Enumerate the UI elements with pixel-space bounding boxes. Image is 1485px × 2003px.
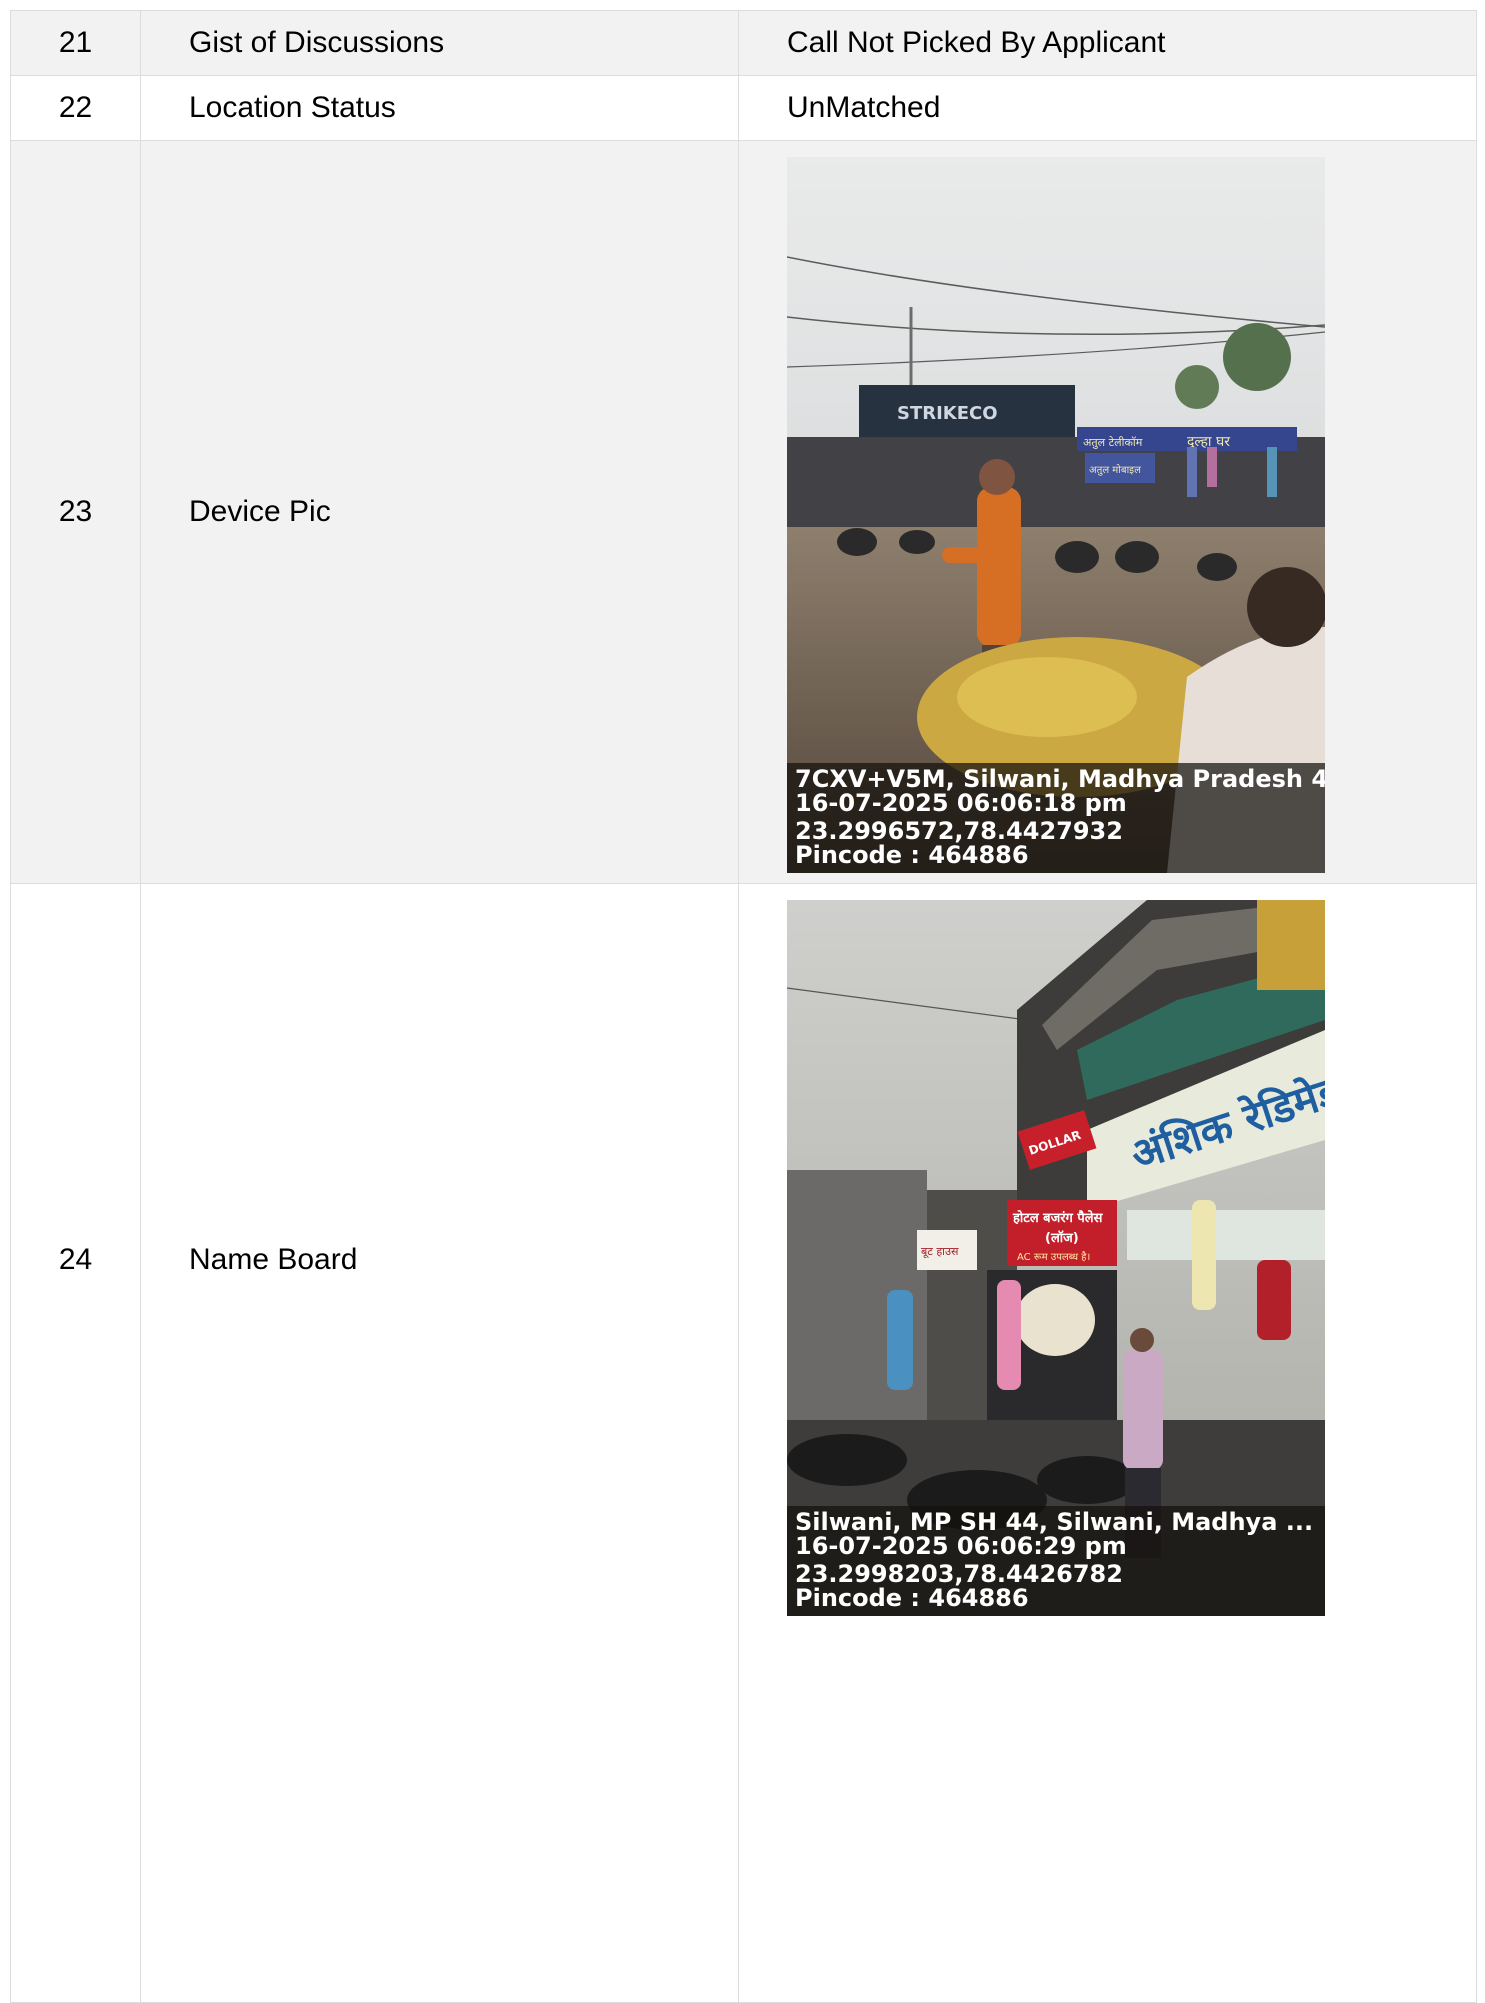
caption-coords: 23.2996572,78.4427932	[795, 817, 1123, 845]
report-table: 21 Gist of Discussions Call Not Picked B…	[10, 10, 1477, 2003]
table-row: 23 Device Pic STRIKECO दूल्हा घर अतुल टे…	[10, 140, 1477, 884]
caption-pincode: Pincode : 464886	[795, 1584, 1029, 1612]
table-row: 21 Gist of Discussions Call Not Picked B…	[10, 10, 1477, 76]
row-number: 23	[10, 140, 141, 884]
photo-caption: 7CXV+V5M, Silwani, Madhya Pradesh 46488 …	[787, 763, 1325, 873]
row-number: 21	[10, 10, 141, 76]
row-value: STRIKECO दूल्हा घर अतुल टेलीकॉम अतुल मोब…	[738, 140, 1477, 884]
sign-text: (लॉज)	[1045, 1230, 1079, 1246]
table-row: 22 Location Status UnMatched	[10, 75, 1477, 141]
row-number: 24	[10, 883, 141, 2003]
row-label: Name Board	[140, 883, 739, 2003]
row-value: Call Not Picked By Applicant	[738, 10, 1477, 76]
caption-datetime: 16-07-2025 06:06:29 pm	[795, 1532, 1127, 1560]
photo-caption: Silwani, MP SH 44, Silwani, Madhya ... 1…	[787, 1506, 1325, 1616]
sign-text: बूट हाउस	[921, 1245, 959, 1259]
device-photo: STRIKECO दूल्हा घर अतुल टेलीकॉम अतुल मोब…	[787, 157, 1325, 873]
sign-text: होटल बजरंग पैलेस	[1012, 1210, 1104, 1226]
caption-coords: 23.2998203,78.4426782	[795, 1560, 1123, 1588]
row-label: Device Pic	[140, 140, 739, 884]
row-number: 22	[10, 75, 141, 141]
table-row: 24 Name Board अंशिक रेडिमेड DOLLAR बूट ह…	[10, 883, 1477, 2003]
row-label: Location Status	[140, 75, 739, 141]
row-label: Gist of Discussions	[140, 10, 739, 76]
name-board-photo: अंशिक रेडिमेड DOLLAR बूट हाउस होटल बजरंग…	[787, 900, 1325, 1616]
caption-address: Silwani, MP SH 44, Silwani, Madhya ...	[795, 1508, 1314, 1536]
caption-pincode: Pincode : 464886	[795, 841, 1029, 869]
caption-datetime: 16-07-2025 06:06:18 pm	[795, 789, 1127, 817]
sign-text: AC रूम उपलब्ध है।	[1017, 1251, 1090, 1263]
row-value: अंशिक रेडिमेड DOLLAR बूट हाउस होटल बजरंग…	[738, 883, 1477, 2003]
caption-address: 7CXV+V5M, Silwani, Madhya Pradesh 46488	[795, 765, 1325, 793]
row-value: UnMatched	[738, 75, 1477, 141]
